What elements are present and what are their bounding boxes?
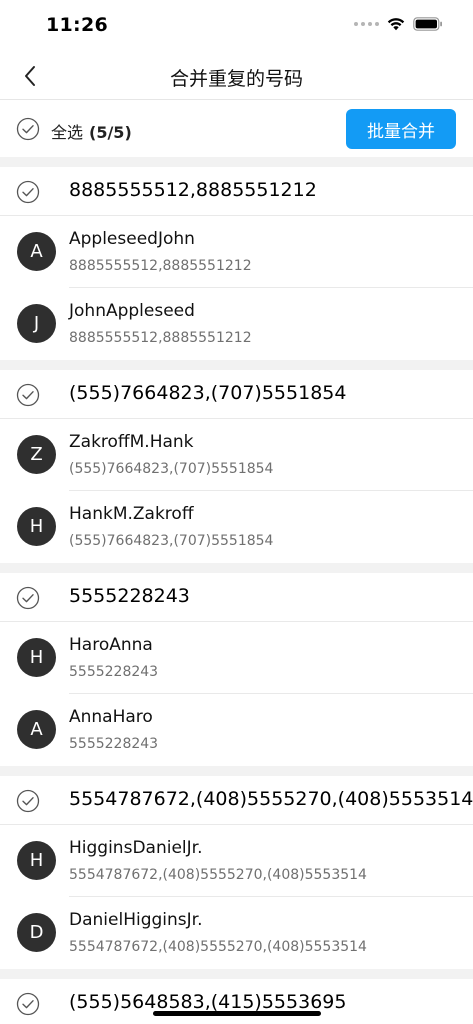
avatar: D xyxy=(17,913,56,952)
select-all-bar: 全选 (5/5) 批量合并 xyxy=(0,101,473,157)
contact-phone: (555)7664823,(707)5551854 xyxy=(69,533,274,549)
section-gap xyxy=(0,563,473,573)
group-number: 5555228243 xyxy=(69,585,190,607)
contact-row[interactable]: J JohnAppleseed 8885555512,8885551212 xyxy=(0,288,473,360)
group-header[interactable]: (555)5648583,(415)5553695 xyxy=(0,979,473,1024)
home-indicator xyxy=(153,1011,321,1016)
contact-phone: 8885555512,8885551212 xyxy=(69,258,252,274)
avatar: J xyxy=(17,304,56,343)
duplicate-group: 5554787672,(408)5555270,(408)5553514 H Hig… xyxy=(0,776,473,969)
avatar: A xyxy=(17,710,56,749)
battery-icon xyxy=(413,17,442,31)
section-gap xyxy=(0,969,473,979)
contact-phone: 5554787672,(408)5555270,(408)5553514 xyxy=(69,939,367,955)
duplicate-groups-list: 8885555512,8885551212 A AppleseedJohn 88855… xyxy=(0,157,473,1024)
avatar: H xyxy=(17,841,56,880)
avatar: A xyxy=(17,232,56,271)
contact-row[interactable]: D DanielHigginsJr. 5554787672,(408)5555270… xyxy=(0,897,473,969)
select-all-text: 全选 xyxy=(51,123,84,142)
selected-count: (5/5) xyxy=(89,123,132,142)
duplicate-group: 5555228243 H HaroAnna 5555228243 A AnnaHaro 55… xyxy=(0,573,473,766)
navigation-bar: 合并重复的号码 xyxy=(0,52,473,100)
group-header[interactable]: (555)7664823,(707)5551854 xyxy=(0,370,473,419)
avatar: H xyxy=(17,507,56,546)
contact-row[interactable]: H HigginsDanielJr. 5554787672,(408)5555270… xyxy=(0,825,473,897)
group-checkbox-icon[interactable] xyxy=(16,789,40,817)
contact-phone: 5555228243 xyxy=(69,736,159,752)
contact-name: HigginsDanielJr. xyxy=(69,838,203,858)
select-all-checkbox-icon[interactable] xyxy=(16,117,40,141)
select-all-label[interactable]: 全选 (5/5) xyxy=(51,119,132,143)
group-checkbox-icon[interactable] xyxy=(16,180,40,208)
group-checkbox-icon[interactable] xyxy=(16,586,40,614)
group-header[interactable]: 5554787672,(408)5555270,(408)5553514 xyxy=(0,776,473,825)
contact-name: AnnaHaro xyxy=(69,707,153,727)
contact-name: HaroAnna xyxy=(69,635,153,655)
avatar: Z xyxy=(17,435,56,474)
group-checkbox-icon[interactable] xyxy=(16,992,40,1020)
contact-phone: (555)7664823,(707)5551854 xyxy=(69,461,274,477)
contact-row[interactable]: Z ZakroffM.Hank (555)7664823,(707)5551854 xyxy=(0,419,473,491)
group-number: (555)5648583,(415)5553695 xyxy=(69,991,347,1013)
duplicate-group: (555)5648583,(415)5553695 xyxy=(0,979,473,1024)
contact-name: AppleseedJohn xyxy=(69,229,195,249)
contact-row[interactable]: H HaroAnna 5555228243 xyxy=(0,622,473,694)
contact-name: HankM.Zakroff xyxy=(69,504,194,524)
contact-phone: 8885555512,8885551212 xyxy=(69,330,252,346)
status-icons xyxy=(354,17,443,31)
avatar: H xyxy=(17,638,56,677)
cellular-signal-icon xyxy=(354,22,379,26)
contact-row[interactable]: H HankM.Zakroff (555)7664823,(707)5551854 xyxy=(0,491,473,563)
contact-phone: 5554787672,(408)5555270,(408)5553514 xyxy=(69,867,367,883)
section-gap xyxy=(0,360,473,370)
page-title: 合并重复的号码 xyxy=(169,68,303,90)
contact-row[interactable]: A AnnaHaro 5555228243 xyxy=(0,694,473,766)
status-bar: 11:26 xyxy=(0,0,473,52)
status-time: 11:26 xyxy=(46,14,108,36)
batch-merge-button[interactable]: 批量合并 xyxy=(346,109,456,149)
group-header[interactable]: 5555228243 xyxy=(0,573,473,622)
section-gap xyxy=(0,157,473,167)
group-header[interactable]: 8885555512,8885551212 xyxy=(0,167,473,216)
contact-phone: 5555228243 xyxy=(69,664,159,680)
group-number: 8885555512,8885551212 xyxy=(69,179,317,201)
group-checkbox-icon[interactable] xyxy=(16,383,40,411)
contact-name: ZakroffM.Hank xyxy=(69,432,194,452)
duplicate-group: 8885555512,8885551212 A AppleseedJohn 88855… xyxy=(0,167,473,360)
contact-name: DanielHigginsJr. xyxy=(69,910,203,930)
group-number: 5554787672,(408)5555270,(408)5553514 xyxy=(69,788,473,810)
group-number: (555)7664823,(707)5551854 xyxy=(69,382,347,404)
contact-name: JohnAppleseed xyxy=(69,301,195,321)
contact-row[interactable]: A AppleseedJohn 8885555512,8885551212 xyxy=(0,216,473,288)
duplicate-group: (555)7664823,(707)5551854 Z ZakroffM.Hank (… xyxy=(0,370,473,563)
wifi-icon xyxy=(387,18,405,31)
section-gap xyxy=(0,766,473,776)
